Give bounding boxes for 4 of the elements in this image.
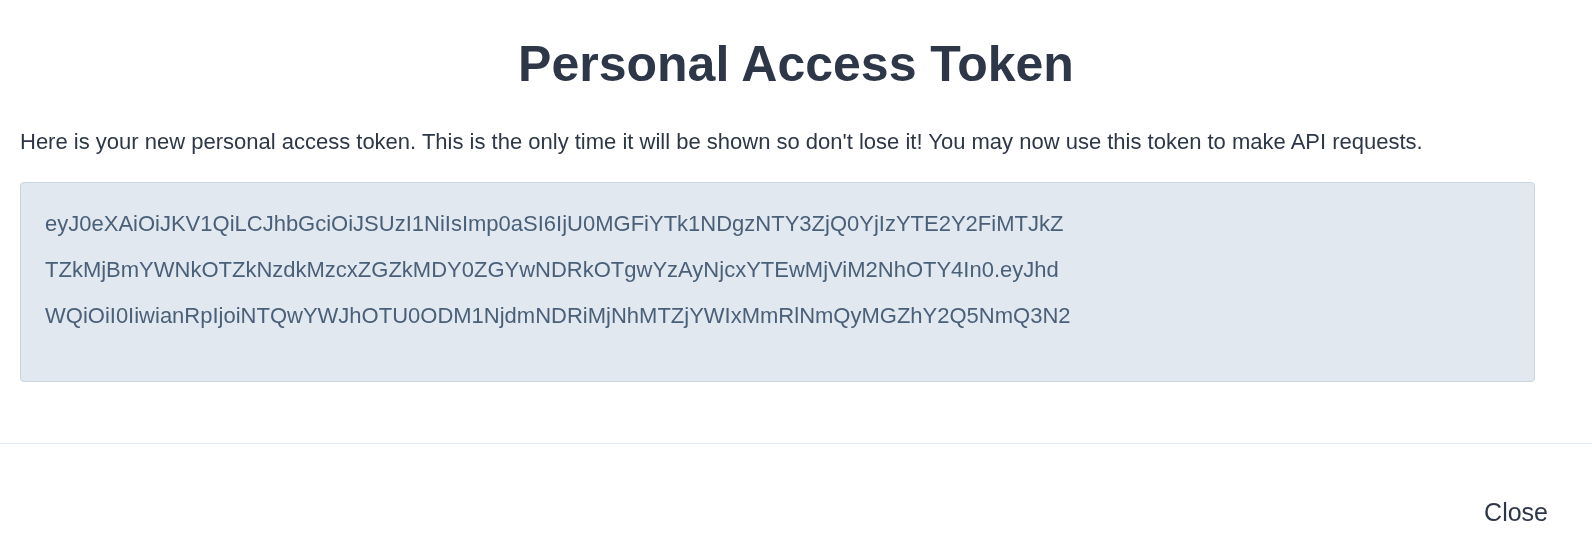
close-button[interactable]: Close	[1472, 490, 1560, 536]
token-field[interactable]: eyJ0eXAiOiJKV1QiLCJhbGciOiJSUzI1NiIsImp0aSI6IjU0MGFiYTk1NDgzNTY3ZjQ0YjIzYTE2Y2FiMTJkZ TZkMjBmYWNkOTZkNzdkMzcxZGZkMDY0ZGYwNDRkOTgwYzAyNjcxYTEwMjViM2NhOTY4In0.eyJhd WQiOiI0IiwianRpIjoiNTQwYWJhOTU0ODM1NjdmNDRiMjNhMTZjYWIxMmRlNmQyMGZhY2Q5NmQ3N2	[20, 182, 1535, 382]
token-message: Here is your new personal access token. This is the only time it will be shown so don't lose it! You may now use this token to make API requests.	[20, 128, 1424, 156]
dialog-title: Personal Access Token	[518, 35, 1074, 94]
